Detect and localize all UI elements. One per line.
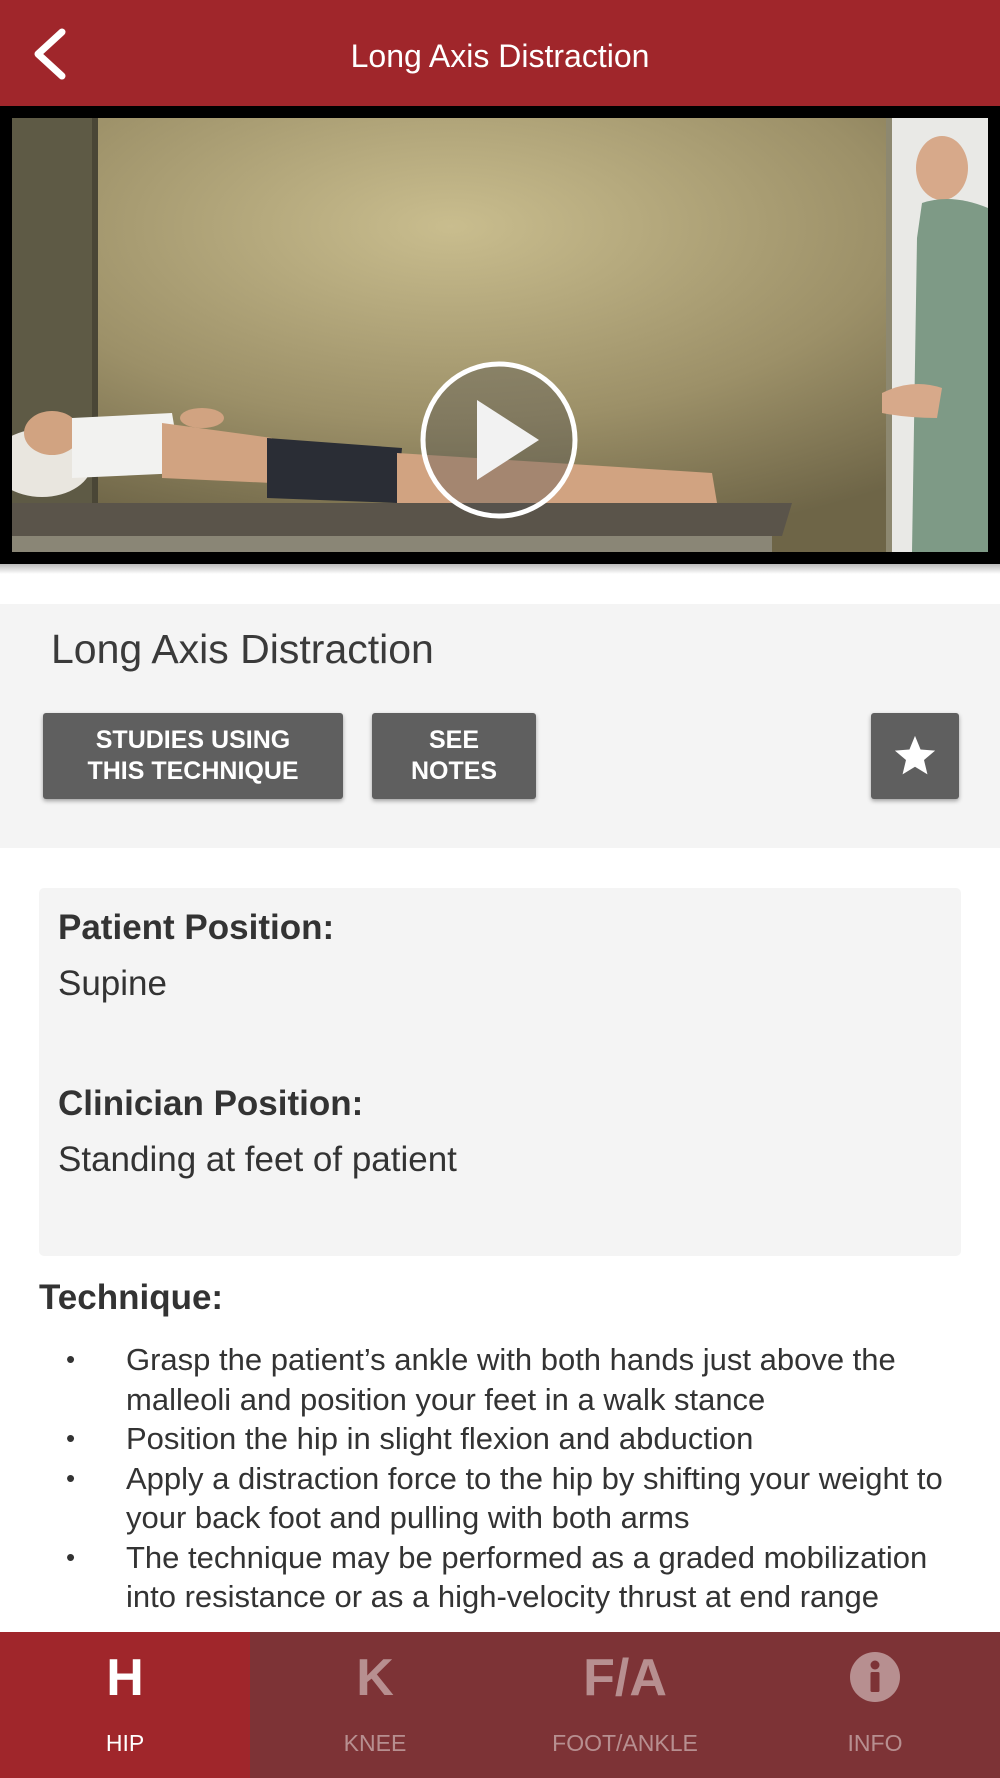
tab-info[interactable]: INFO (750, 1632, 1000, 1778)
see-notes-button[interactable]: SEE NOTES (372, 713, 536, 799)
see-notes-button-line1: SEE (428, 726, 480, 754)
tab-knee-label: KNEE (343, 1730, 407, 1756)
list-item: • The technique may be performed as a gr… (0, 1538, 1000, 1617)
step-text: The technique may be performed as a grad… (126, 1539, 928, 1615)
tab-hip-label: HIP (105, 1730, 145, 1756)
step-text: Apply a distraction force to the hip by … (126, 1460, 943, 1536)
list-item: • Position the hip in slight flexion and… (0, 1419, 1000, 1459)
tab-foot-ankle-label: FOOT/ANKLE (552, 1730, 698, 1756)
page-title: Long Axis Distraction (350, 38, 650, 74)
star-icon (894, 735, 936, 775)
technique-heading: Technique: (39, 1278, 224, 1317)
tab-hip[interactable]: H HIP (0, 1632, 250, 1778)
patient-position-label: Patient Position: (58, 908, 335, 947)
list-item: • Grasp the patient’s ankle with both ha… (0, 1340, 1000, 1419)
clinician-position-value: Standing at feet of patient (58, 1140, 457, 1179)
bullet: • (66, 1423, 76, 1453)
tab-info-label: INFO (847, 1730, 903, 1756)
play-icon (420, 361, 578, 519)
technique-title: Long Axis Distraction (51, 626, 434, 672)
bullet: • (66, 1462, 76, 1493)
knee-icon: K (356, 1649, 394, 1707)
studies-button-line2: THIS TECHNIQUE (87, 757, 299, 785)
positions-panel: Patient Position: Supine Clinician Posit… (39, 888, 961, 1256)
video-player[interactable] (0, 106, 1000, 570)
hip-icon: H (106, 1649, 144, 1707)
app-header: Long Axis Distraction (0, 0, 1000, 106)
play-button[interactable] (419, 360, 579, 520)
see-notes-button-line2: NOTES (410, 757, 498, 785)
step-text: Grasp the patient’s ankle with both hand… (126, 1342, 896, 1417)
studies-button-line1: STUDIES USING (95, 726, 291, 754)
bullet: • (66, 1344, 76, 1374)
studies-button[interactable]: STUDIES USING THIS TECHNIQUE (43, 713, 343, 799)
technique-steps-list: • Grasp the patient’s ankle with both ha… (0, 1340, 1000, 1632)
technique-header-panel: Long Axis Distraction STUDIES USING THIS… (0, 604, 1000, 848)
tab-foot-ankle[interactable]: F/A FOOT/ANKLE (500, 1632, 750, 1778)
clinician-position-label: Clinician Position: (58, 1084, 364, 1123)
tab-knee[interactable]: K KNEE (250, 1632, 500, 1778)
foot-ankle-icon: F/A (583, 1649, 667, 1707)
patient-position-value: Supine (58, 964, 167, 1003)
favorite-button[interactable] (871, 713, 959, 799)
bottom-tab-bar: H HIP K KNEE F/A FOOT/ANKLE INFO (0, 1632, 1000, 1778)
video-divider (0, 564, 1000, 574)
bullet: • (66, 1541, 76, 1572)
step-text: Position the hip in slight flexion and a… (126, 1421, 754, 1456)
info-icon (850, 1652, 900, 1702)
list-item: • Apply a distraction force to the hip b… (0, 1459, 1000, 1538)
